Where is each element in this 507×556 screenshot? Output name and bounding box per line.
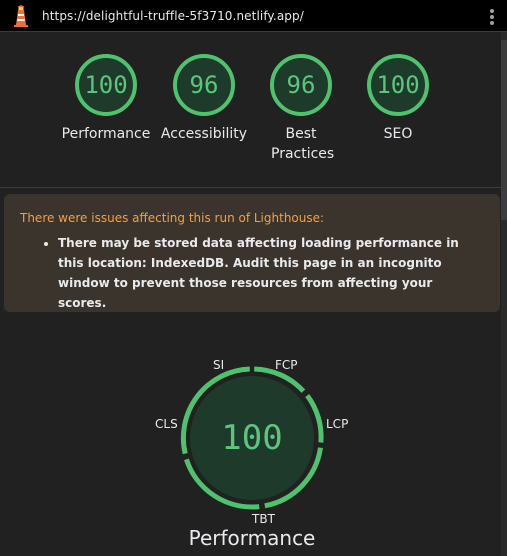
- gauge-score: 96: [286, 71, 316, 99]
- score-gauge-performance[interactable]: 100 Performance: [56, 52, 156, 144]
- warning-box: There were issues affecting this run of …: [4, 194, 500, 312]
- gauge-score: 96: [189, 71, 219, 99]
- more-vert-icon[interactable]: [486, 8, 498, 26]
- browser-toolbar: https://delightful-truffle-5f3710.netlif…: [0, 0, 507, 32]
- gauge-label: Best Practices: [271, 126, 335, 162]
- warning-item: There may be stored data affecting loadi…: [58, 233, 484, 313]
- score-gauges: 100 Performance 96 Accessibility 96 Best…: [0, 32, 501, 187]
- performance-label: Performance: [188, 526, 316, 550]
- lighthouse-icon: [14, 5, 28, 27]
- gauge-score: 100: [376, 71, 420, 99]
- score-gauge-accessibility[interactable]: 96 Accessibility: [154, 52, 254, 144]
- performance-gauge-large: SI FCP LCP TBT CLS 100 Performance: [0, 340, 501, 556]
- warning-list: There may be stored data affecting loadi…: [20, 233, 484, 313]
- section-divider: [0, 187, 501, 188]
- address-url[interactable]: https://delightful-truffle-5f3710.netlif…: [42, 9, 304, 23]
- gauge-label: Performance: [61, 126, 151, 142]
- metric-label-si: SI: [213, 358, 225, 372]
- score-gauge-best-practices[interactable]: 96 Best Practices: [251, 52, 351, 164]
- score-gauge-seo[interactable]: 100 SEO: [348, 52, 448, 144]
- performance-score: 100: [221, 418, 283, 458]
- metric-label-lcp: LCP: [326, 417, 349, 431]
- scrollbar[interactable]: [501, 32, 507, 556]
- gauge-label: Accessibility: [160, 126, 248, 142]
- metric-label-cls: CLS: [155, 417, 178, 431]
- gauge-label: SEO: [383, 126, 413, 142]
- scrollbar-thumb[interactable]: [501, 40, 507, 220]
- metric-label-tbt: TBT: [252, 512, 275, 526]
- gauge-score: 100: [84, 71, 128, 99]
- metric-label-fcp: FCP: [275, 358, 298, 372]
- warning-title: There were issues affecting this run of …: [20, 211, 325, 225]
